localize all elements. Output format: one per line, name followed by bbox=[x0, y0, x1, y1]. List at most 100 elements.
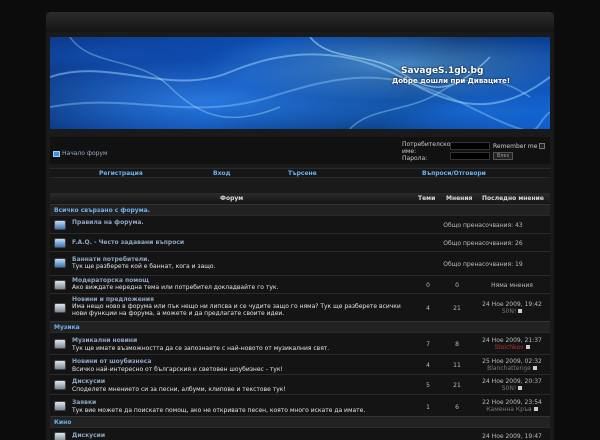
topic-count: 1 bbox=[426, 404, 430, 411]
last-post-date: 24 Ное 2009, 20:37 bbox=[482, 378, 542, 385]
forum-title[interactable]: Новини и предложения bbox=[72, 296, 154, 303]
table-header: Форум Теми Мнения Последно мнение bbox=[50, 193, 550, 204]
forum-description: Тук вие можете да поискате помощ, ако не… bbox=[72, 407, 366, 414]
forum-row: F.A.Q. - Често задавани въпроси Общо пре… bbox=[50, 233, 550, 251]
topic-count: 4 bbox=[426, 362, 430, 369]
forum-description: Всичко най-интересно от българския и све… bbox=[72, 366, 283, 373]
last-post: 24 Ное 2009, 19:47 bbox=[474, 433, 550, 440]
home-label[interactable]: Начало форум bbox=[62, 150, 108, 157]
forum-title[interactable]: Модераторска помощ bbox=[72, 277, 149, 284]
header-topics: Теми bbox=[418, 195, 436, 202]
forum-description: Споделете мнението си за песни, албуми, … bbox=[72, 386, 286, 393]
forum-read-icon bbox=[54, 339, 66, 349]
post-count: 0 bbox=[455, 282, 459, 289]
last-post-date: 22 Ное 2009, 23:54 bbox=[482, 399, 542, 406]
last-post: Няма мнения bbox=[474, 282, 550, 289]
forum-row: Новини и предложения Има нещо ново в фор… bbox=[50, 293, 550, 321]
site-subtitle: Добре дошли при Диваците! bbox=[392, 77, 511, 85]
top-bar bbox=[46, 12, 554, 32]
forum-title[interactable]: Дискусии bbox=[72, 378, 105, 385]
forum-link-icon bbox=[54, 258, 66, 268]
forum-title[interactable]: Заявки bbox=[72, 399, 96, 406]
forum-title[interactable]: Правила на форума. bbox=[72, 219, 144, 226]
last-post: 22 Ное 2009, 23:54 Каменна Кръв bbox=[474, 399, 550, 413]
header-posts: Мнения bbox=[446, 195, 473, 202]
forum-title[interactable]: Баннати потребители. bbox=[72, 256, 150, 263]
username-input[interactable] bbox=[450, 142, 490, 150]
forum-link-icon bbox=[54, 220, 66, 230]
go-to-post-icon[interactable] bbox=[525, 345, 530, 349]
forum-read-icon bbox=[54, 360, 66, 370]
last-post-user[interactable]: Stoichkov bbox=[494, 344, 523, 351]
forum-read-icon bbox=[54, 380, 66, 390]
forum-title[interactable]: F.A.Q. - Често задавани въпроси bbox=[72, 239, 184, 246]
remember-me-label: Remember me bbox=[493, 143, 538, 150]
menu-search[interactable]: Търсене bbox=[288, 170, 317, 177]
username-label: Потребителско име: bbox=[402, 141, 451, 155]
menu-faq[interactable]: Въпроси/Отговори bbox=[422, 170, 486, 177]
go-to-post-icon[interactable] bbox=[533, 407, 538, 411]
last-post-user[interactable]: S0N! bbox=[502, 308, 517, 315]
post-count: 21 bbox=[453, 305, 461, 312]
forum-description: Тук ще разберете кой е баннат, кога и за… bbox=[72, 263, 216, 270]
header-last-post: Последно мнение bbox=[482, 195, 544, 202]
forum-title[interactable]: Музикални новини bbox=[72, 337, 137, 344]
forum-row: Музикални новини Тук ще имате възможност… bbox=[50, 332, 550, 354]
category-name[interactable]: Музика bbox=[54, 324, 80, 331]
last-post-date: Няма мнения bbox=[491, 282, 533, 289]
forum-link-icon bbox=[54, 238, 66, 248]
go-to-post-icon[interactable] bbox=[518, 309, 523, 313]
category-name[interactable]: Кино bbox=[54, 419, 71, 426]
forum-table: Форум Теми Мнения Последно мнение Всичко… bbox=[50, 193, 550, 440]
last-post-user[interactable]: Каменна Кръв bbox=[486, 406, 531, 413]
post-count: 11 bbox=[453, 362, 461, 369]
post-count: 6 bbox=[455, 404, 459, 411]
forum-read-icon bbox=[54, 303, 66, 313]
last-post-user[interactable]: Blanchattenge bbox=[487, 365, 531, 372]
topic-count: 5 bbox=[426, 382, 430, 389]
forum-row: Правила на форума. Общо пренасочвания: 4… bbox=[50, 215, 550, 233]
go-to-post-icon[interactable] bbox=[532, 366, 537, 370]
post-count: 21 bbox=[453, 382, 461, 389]
forum-row: Модераторска помощ Ако виждате нередна т… bbox=[50, 275, 550, 293]
forum-row: Заявки Тук вие можете да поискате помощ,… bbox=[50, 394, 550, 416]
menu-register[interactable]: Регистрация bbox=[99, 170, 143, 177]
redirect-count: Общо пренасочвания: 26 bbox=[443, 240, 523, 247]
forum-title[interactable]: Дискусии bbox=[72, 432, 105, 439]
forum-read-icon bbox=[54, 432, 66, 440]
last-post-date: 24 Ное 2009, 21:37 bbox=[482, 337, 542, 344]
menu-login[interactable]: Вход bbox=[213, 170, 230, 177]
redirect-count: Общо пренасочвания: 19 bbox=[443, 261, 523, 268]
last-post-date: 25 Ное 2009, 02:32 bbox=[482, 358, 542, 365]
last-post: 24 Ное 2009, 20:37 S0N! bbox=[474, 378, 550, 392]
forum-description: Ако виждате нередна тема или потребител … bbox=[72, 284, 279, 291]
home-breadcrumb[interactable]: Начало форум bbox=[53, 150, 108, 157]
category-row[interactable]: Кино bbox=[50, 416, 550, 427]
category-row[interactable]: Всичко свързано с форума. bbox=[50, 204, 550, 215]
home-icon bbox=[53, 150, 60, 157]
forum-row: Дискусии 24 Ное 2009, 19:47 bbox=[50, 427, 550, 440]
category-name[interactable]: Всичко свързано с форума. bbox=[54, 207, 150, 214]
last-post-date: 24 Ное 2009, 19:42 bbox=[482, 301, 542, 308]
topic-count: 7 bbox=[426, 341, 430, 348]
topic-count: 0 bbox=[426, 282, 430, 289]
forum-row: Баннати потребители. Тук ще разберете ко… bbox=[50, 251, 550, 275]
password-label: Парола: bbox=[402, 155, 428, 162]
go-to-post-icon[interactable] bbox=[518, 386, 523, 390]
password-input[interactable] bbox=[450, 152, 490, 160]
login-box: Потребителско име: Парола: Remember me В… bbox=[400, 140, 548, 164]
remember-me-checkbox[interactable] bbox=[539, 143, 545, 149]
login-button[interactable]: Влез bbox=[493, 152, 513, 160]
forum-title[interactable]: Новини от шоубизнеса bbox=[72, 358, 151, 365]
forum-description: Има нещо ново в форума или пък нещо ни л… bbox=[72, 303, 401, 317]
main-menu: Регистрация Вход Търсене Въпроси/Отговор… bbox=[50, 168, 550, 178]
redirect-count: Общо пренасочвания: 43 bbox=[443, 222, 523, 229]
last-post-user[interactable]: S0N! bbox=[502, 385, 517, 392]
forum-read-icon bbox=[54, 401, 66, 411]
category-row[interactable]: Музика bbox=[50, 321, 550, 332]
last-post: 25 Ное 2009, 02:32 Blanchattenge bbox=[474, 358, 550, 372]
post-count: 8 bbox=[455, 341, 459, 348]
site-title: SavageS.1gb.bg bbox=[401, 66, 484, 76]
forum-read-icon bbox=[54, 280, 66, 290]
last-post: 24 Ное 2009, 21:37 Stoichkov bbox=[474, 337, 550, 351]
